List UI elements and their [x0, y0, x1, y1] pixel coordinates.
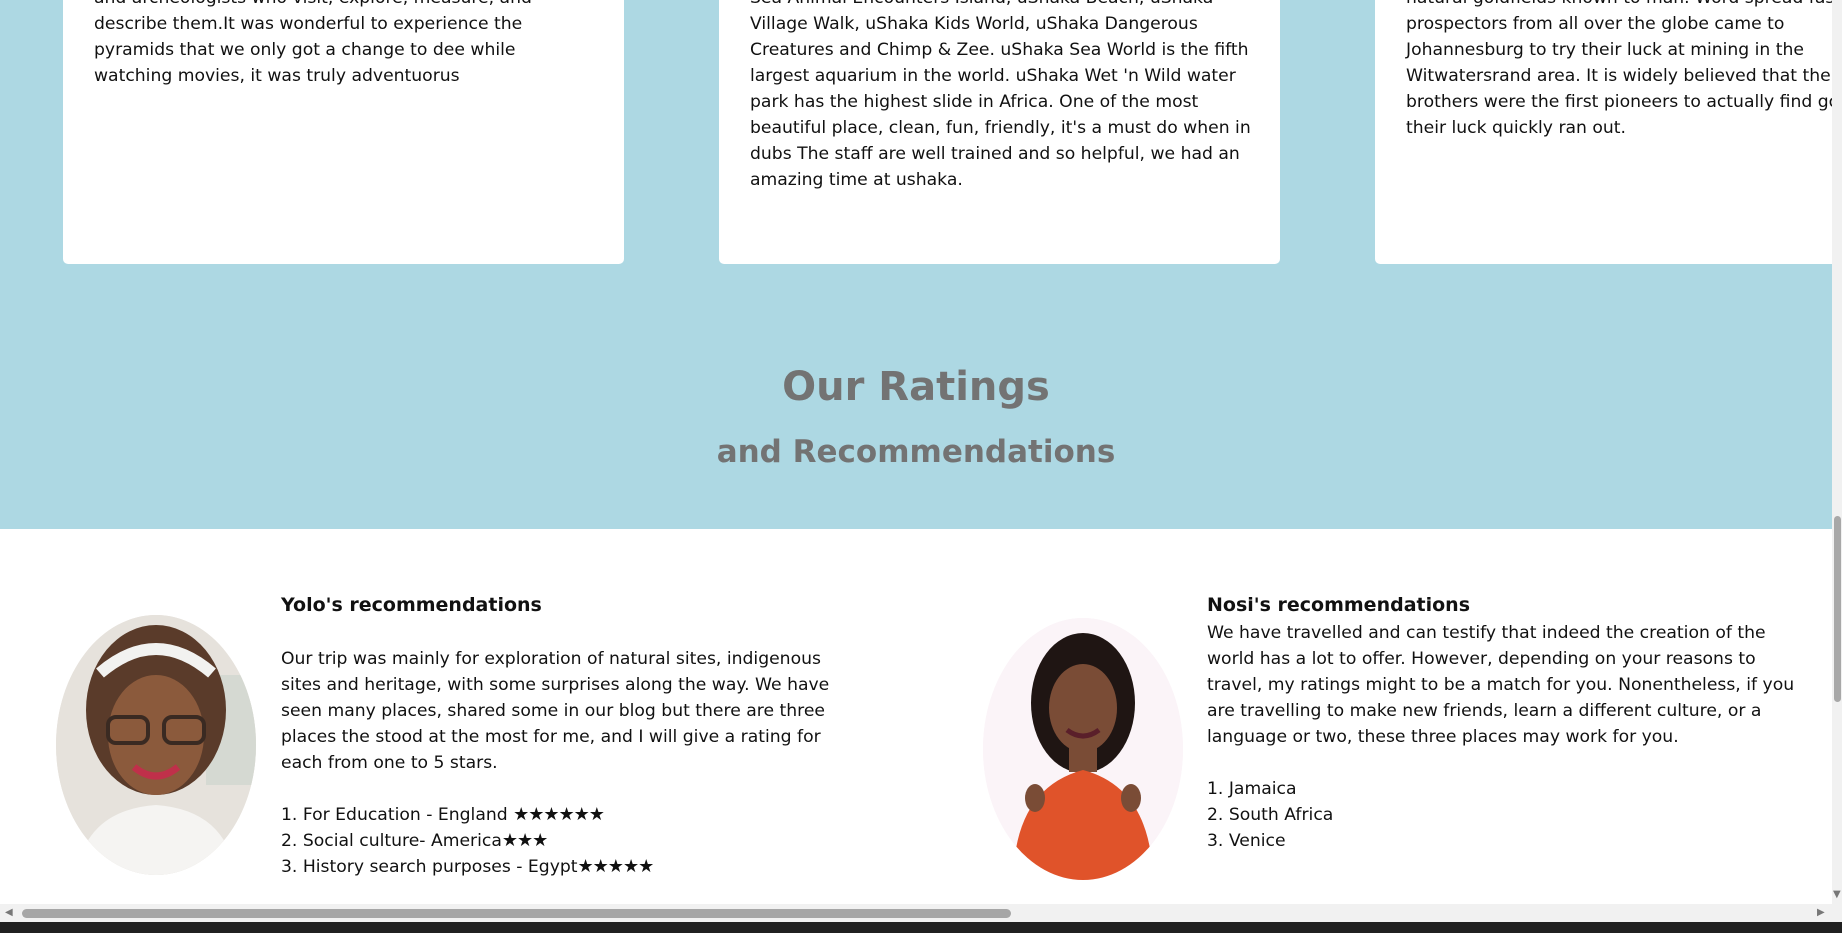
taskbar-strip — [0, 922, 1842, 933]
nosi-avatar — [983, 618, 1183, 880]
card-text: Sea Animal Encounters Island, uShaka Bea… — [750, 0, 1251, 190]
card-text: natural goldfields known to man. Word sp… — [1406, 0, 1841, 138]
horizontal-scrollbar-thumb[interactable] — [22, 909, 1011, 918]
list-item: 3. History search purposes - Egypt★★★★★ — [281, 856, 655, 877]
yolo-recommendations-text: Our trip was mainly for exploration of n… — [281, 649, 830, 773]
yolo-recommendations-heading: Yolo's recommendations — [281, 594, 542, 616]
blog-card-ushaka: Sea Animal Encounters Island, uShaka Bea… — [719, 0, 1280, 264]
vertical-scrollbar-track[interactable] — [1832, 0, 1842, 922]
blog-card-egypt: and archeologists who visit, explore, me… — [63, 0, 624, 264]
nosi-places-list: 1. Jamaica 2. South Africa 3. Venice — [1207, 776, 1333, 854]
list-item: 1. Jamaica — [1207, 779, 1297, 799]
section-subtitle: and Recommendations — [716, 434, 1116, 470]
scroll-down-arrow-icon[interactable]: ▼ — [1833, 890, 1841, 900]
yolo-ratings-list: 1. For Education - England ★★★★★★ 2. Soc… — [281, 802, 655, 880]
list-item: 3. Venice — [1207, 831, 1286, 851]
vertical-scrollbar-thumb[interactable] — [1834, 516, 1841, 702]
card-text: and archeologists who visit, explore, me… — [94, 0, 532, 86]
star-rating-icons: ★★★★★ — [577, 856, 655, 877]
nosi-recommendations-heading: Nosi's recommendations — [1207, 594, 1471, 616]
scroll-right-arrow-icon[interactable]: ▶ — [1817, 908, 1825, 918]
scroll-left-arrow-icon[interactable]: ◀ — [5, 908, 13, 918]
star-rating-icons: ★★★★★★ — [513, 804, 605, 825]
list-item: 2. South Africa — [1207, 805, 1334, 825]
nosi-recommendations-text: We have travelled and can testify that i… — [1207, 623, 1795, 747]
list-item: 2. Social culture- America★★★ — [281, 830, 548, 851]
star-rating-icons: ★★★ — [501, 830, 548, 851]
section-title: Our Ratings — [782, 364, 1050, 410]
blog-card-johannesburg: natural goldfields known to man. Word sp… — [1375, 0, 1842, 264]
list-item: 1. For Education - England ★★★★★★ — [281, 804, 605, 825]
yolo-avatar — [56, 615, 256, 875]
